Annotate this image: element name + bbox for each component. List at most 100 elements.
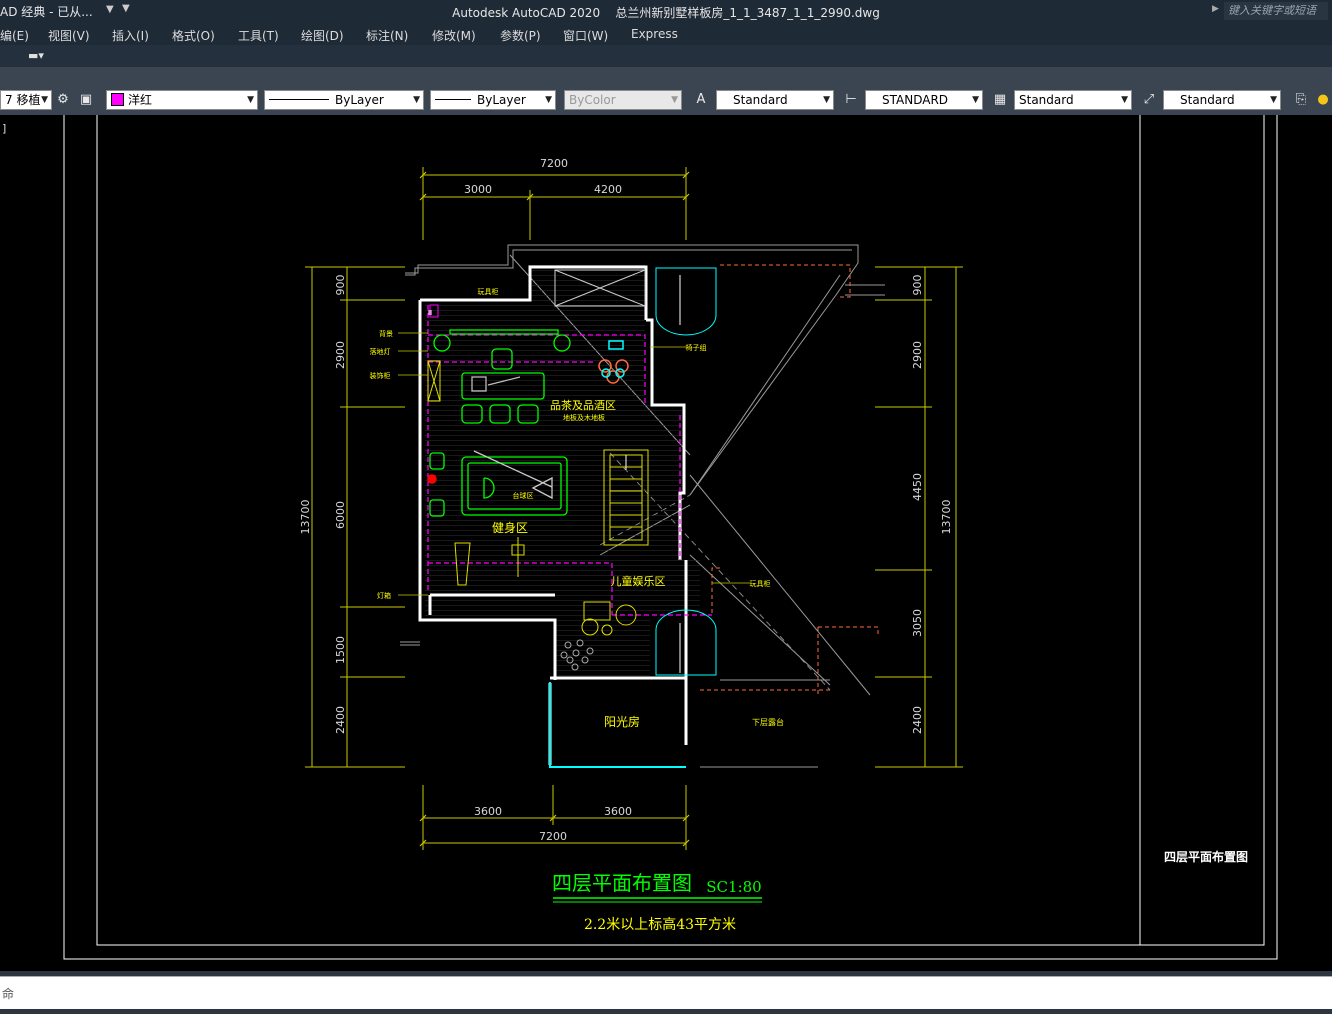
text-style-icon[interactable]: A bbox=[692, 91, 710, 109]
lineweight-sample bbox=[435, 99, 471, 100]
label-cabinet: 背景 bbox=[379, 329, 393, 338]
drawing-title-block: 四层平面布置图 SC1:80 2.2米以上标高43平方米 四层平面布置图 bbox=[552, 849, 1248, 933]
label-billiards: 台球区 bbox=[513, 491, 534, 500]
menu-modify[interactable]: 修改(M) bbox=[432, 27, 476, 44]
label-toy-right: 玩具柜 bbox=[750, 579, 771, 588]
linetype-combo[interactable]: ByLayer ▼ bbox=[264, 90, 424, 110]
search-expand-icon[interactable]: ▶ bbox=[1212, 4, 1219, 14]
dim-right-3: 4450 bbox=[911, 473, 924, 501]
viewport-bracket: ] bbox=[2, 122, 7, 135]
menu-express[interactable]: Express bbox=[631, 27, 678, 41]
layer-value: 7 移植 bbox=[5, 93, 41, 107]
lineweight-combo[interactable]: ByLayer ▼ bbox=[430, 90, 556, 110]
dim-left-5: 2400 bbox=[334, 706, 347, 734]
mleader-style-icon[interactable]: ⤢ bbox=[1140, 91, 1158, 109]
linetype-sample bbox=[269, 99, 329, 100]
gear-icon[interactable]: ⚙ bbox=[54, 91, 72, 109]
menu-format[interactable]: 格式(O) bbox=[172, 27, 215, 44]
dim-left-2: 2900 bbox=[334, 341, 347, 369]
label-fitness: 健身区 bbox=[492, 520, 528, 535]
dim-style-combo[interactable]: STANDARD ▼ bbox=[865, 90, 983, 110]
roof-dashed bbox=[700, 264, 879, 695]
label-sunroom: 阳光房 bbox=[604, 714, 640, 729]
chevron-down-icon: ▼ bbox=[671, 95, 678, 105]
drawing-subtitle: 2.2米以上标高43平方米 bbox=[584, 916, 736, 933]
lightbulb-icon[interactable]: ● bbox=[1314, 91, 1332, 109]
app-title: Autodesk AutoCAD 2020 bbox=[452, 6, 601, 20]
plotstyle-value: ByColor bbox=[569, 93, 616, 107]
label-toy-top: 玩具柜 bbox=[478, 287, 499, 296]
dim-style-icon[interactable]: ⊢ bbox=[842, 91, 860, 109]
menu-parametric[interactable]: 参数(P) bbox=[500, 27, 541, 44]
label-tea-sub: 地板及木地板 bbox=[563, 413, 605, 422]
chevron-down-icon: ▼ bbox=[1270, 95, 1277, 105]
chevron-down-icon: ▼ bbox=[41, 95, 48, 105]
properties-toolbar: 7 移植 ▼ ⚙ ▣ 洋红 ▼ ByLayer ▼ ByLayer ▼ ByColor ▼… bbox=[0, 87, 1332, 115]
menu-window[interactable]: 窗口(W) bbox=[563, 27, 608, 44]
dim-top-left: 3000 bbox=[464, 183, 492, 196]
table-style-combo[interactable]: Standard ▼ bbox=[1014, 90, 1132, 110]
color-combo[interactable]: 洋红 ▼ bbox=[106, 90, 258, 110]
search-input[interactable]: 键入关键字或短语 bbox=[1224, 2, 1328, 20]
frame-title: 四层平面布置图 bbox=[1164, 849, 1248, 864]
menu-bar: 编(E) 视图(V) 插入(I) 格式(O) 工具(T) 绘图(D) 标注(N)… bbox=[0, 23, 1332, 45]
chevron-down-icon: ▼ bbox=[1121, 95, 1128, 105]
label-lamp: 灯箱 bbox=[377, 591, 391, 600]
ribbon-bar: ▬▾ bbox=[0, 45, 1332, 67]
quick-access-dropdown-icon[interactable]: ▼ bbox=[122, 3, 130, 14]
workspace-switcher[interactable]: AD 经典 - 已从... bbox=[0, 3, 99, 20]
layer-state-icon[interactable]: ▣ bbox=[77, 91, 95, 109]
dim-style-value: STANDARD bbox=[882, 93, 949, 107]
dim-left-1: 900 bbox=[334, 275, 347, 296]
text-style-combo[interactable]: Standard ▼ bbox=[716, 90, 834, 110]
command-line[interactable]: 命 bbox=[0, 976, 1332, 1010]
drawing-svg[interactable]: 7200 3000 4200 3600 3600 7200 900 2900 6… bbox=[0, 104, 1332, 971]
label-wine-right: 椅子组 bbox=[686, 343, 707, 352]
table-style-icon[interactable]: ▦ bbox=[991, 91, 1009, 109]
layer-combo[interactable]: 7 移植 ▼ bbox=[0, 90, 52, 110]
plotstyle-combo: ByColor ▼ bbox=[564, 90, 682, 110]
color-value: 洋红 bbox=[128, 93, 153, 107]
dim-bottom-right: 3600 bbox=[604, 805, 632, 818]
title-bar: AD 经典 - 已从... ▼ ▼ Autodesk AutoCAD 2020 … bbox=[0, 0, 1332, 23]
menu-dimension[interactable]: 标注(N) bbox=[366, 27, 408, 44]
chevron-down-icon: ▼ bbox=[972, 95, 979, 105]
label-lower-terrace: 下层露台 bbox=[752, 717, 784, 727]
dim-right-1: 900 bbox=[911, 275, 924, 296]
dim-right-total: 13700 bbox=[940, 500, 953, 535]
dim-top-right: 4200 bbox=[594, 183, 622, 196]
label-display: 装饰柜 bbox=[370, 371, 391, 380]
menu-edit[interactable]: 编(E) bbox=[0, 27, 29, 44]
menu-draw[interactable]: 绘图(D) bbox=[301, 27, 344, 44]
menu-view[interactable]: 视图(V) bbox=[48, 27, 90, 44]
drawing-canvas[interactable]: 7200 3000 4200 3600 3600 7200 900 2900 6… bbox=[0, 104, 1332, 971]
text-style-value: Standard bbox=[733, 93, 788, 107]
mleader-style-value: Standard bbox=[1180, 93, 1235, 107]
menu-tools[interactable]: 工具(T) bbox=[238, 27, 279, 44]
mleader-style-combo[interactable]: Standard ▼ bbox=[1163, 90, 1281, 110]
drawing-scale: SC1:80 bbox=[706, 878, 761, 896]
ribbon-toggle-icon[interactable]: ▬▾ bbox=[28, 49, 54, 63]
dim-bottom-left: 3600 bbox=[474, 805, 502, 818]
color-swatch bbox=[111, 93, 124, 106]
chevron-down-icon: ▼ bbox=[545, 95, 552, 105]
label-kids: 儿童娱乐区 bbox=[611, 574, 666, 588]
dim-left-4: 1500 bbox=[334, 636, 347, 664]
chevron-down-icon[interactable]: ▼ bbox=[106, 4, 118, 18]
menu-insert[interactable]: 插入(I) bbox=[112, 27, 149, 44]
dim-left-total: 13700 bbox=[299, 500, 312, 535]
chevron-down-icon: ▼ bbox=[413, 95, 420, 105]
chevron-down-icon: ▼ bbox=[823, 95, 830, 105]
dim-bottom-total: 7200 bbox=[539, 830, 567, 843]
linetype-value: ByLayer bbox=[335, 93, 384, 107]
drawing-title: 四层平面布置图 bbox=[552, 871, 692, 895]
dim-top-total: 7200 bbox=[540, 157, 568, 170]
dim-right-2: 2900 bbox=[911, 341, 924, 369]
dim-right-5: 2400 bbox=[911, 706, 924, 734]
label-floor-lamp: 落地灯 bbox=[370, 347, 391, 356]
dim-left-3: 6000 bbox=[334, 501, 347, 529]
file-name: 总兰州新别墅样板房_1_1_3487_1_1_2990.dwg bbox=[615, 6, 880, 20]
match-properties-icon[interactable]: ⎘ bbox=[1292, 91, 1310, 109]
chevron-down-icon: ▼ bbox=[247, 95, 254, 105]
lineweight-value: ByLayer bbox=[477, 93, 526, 107]
